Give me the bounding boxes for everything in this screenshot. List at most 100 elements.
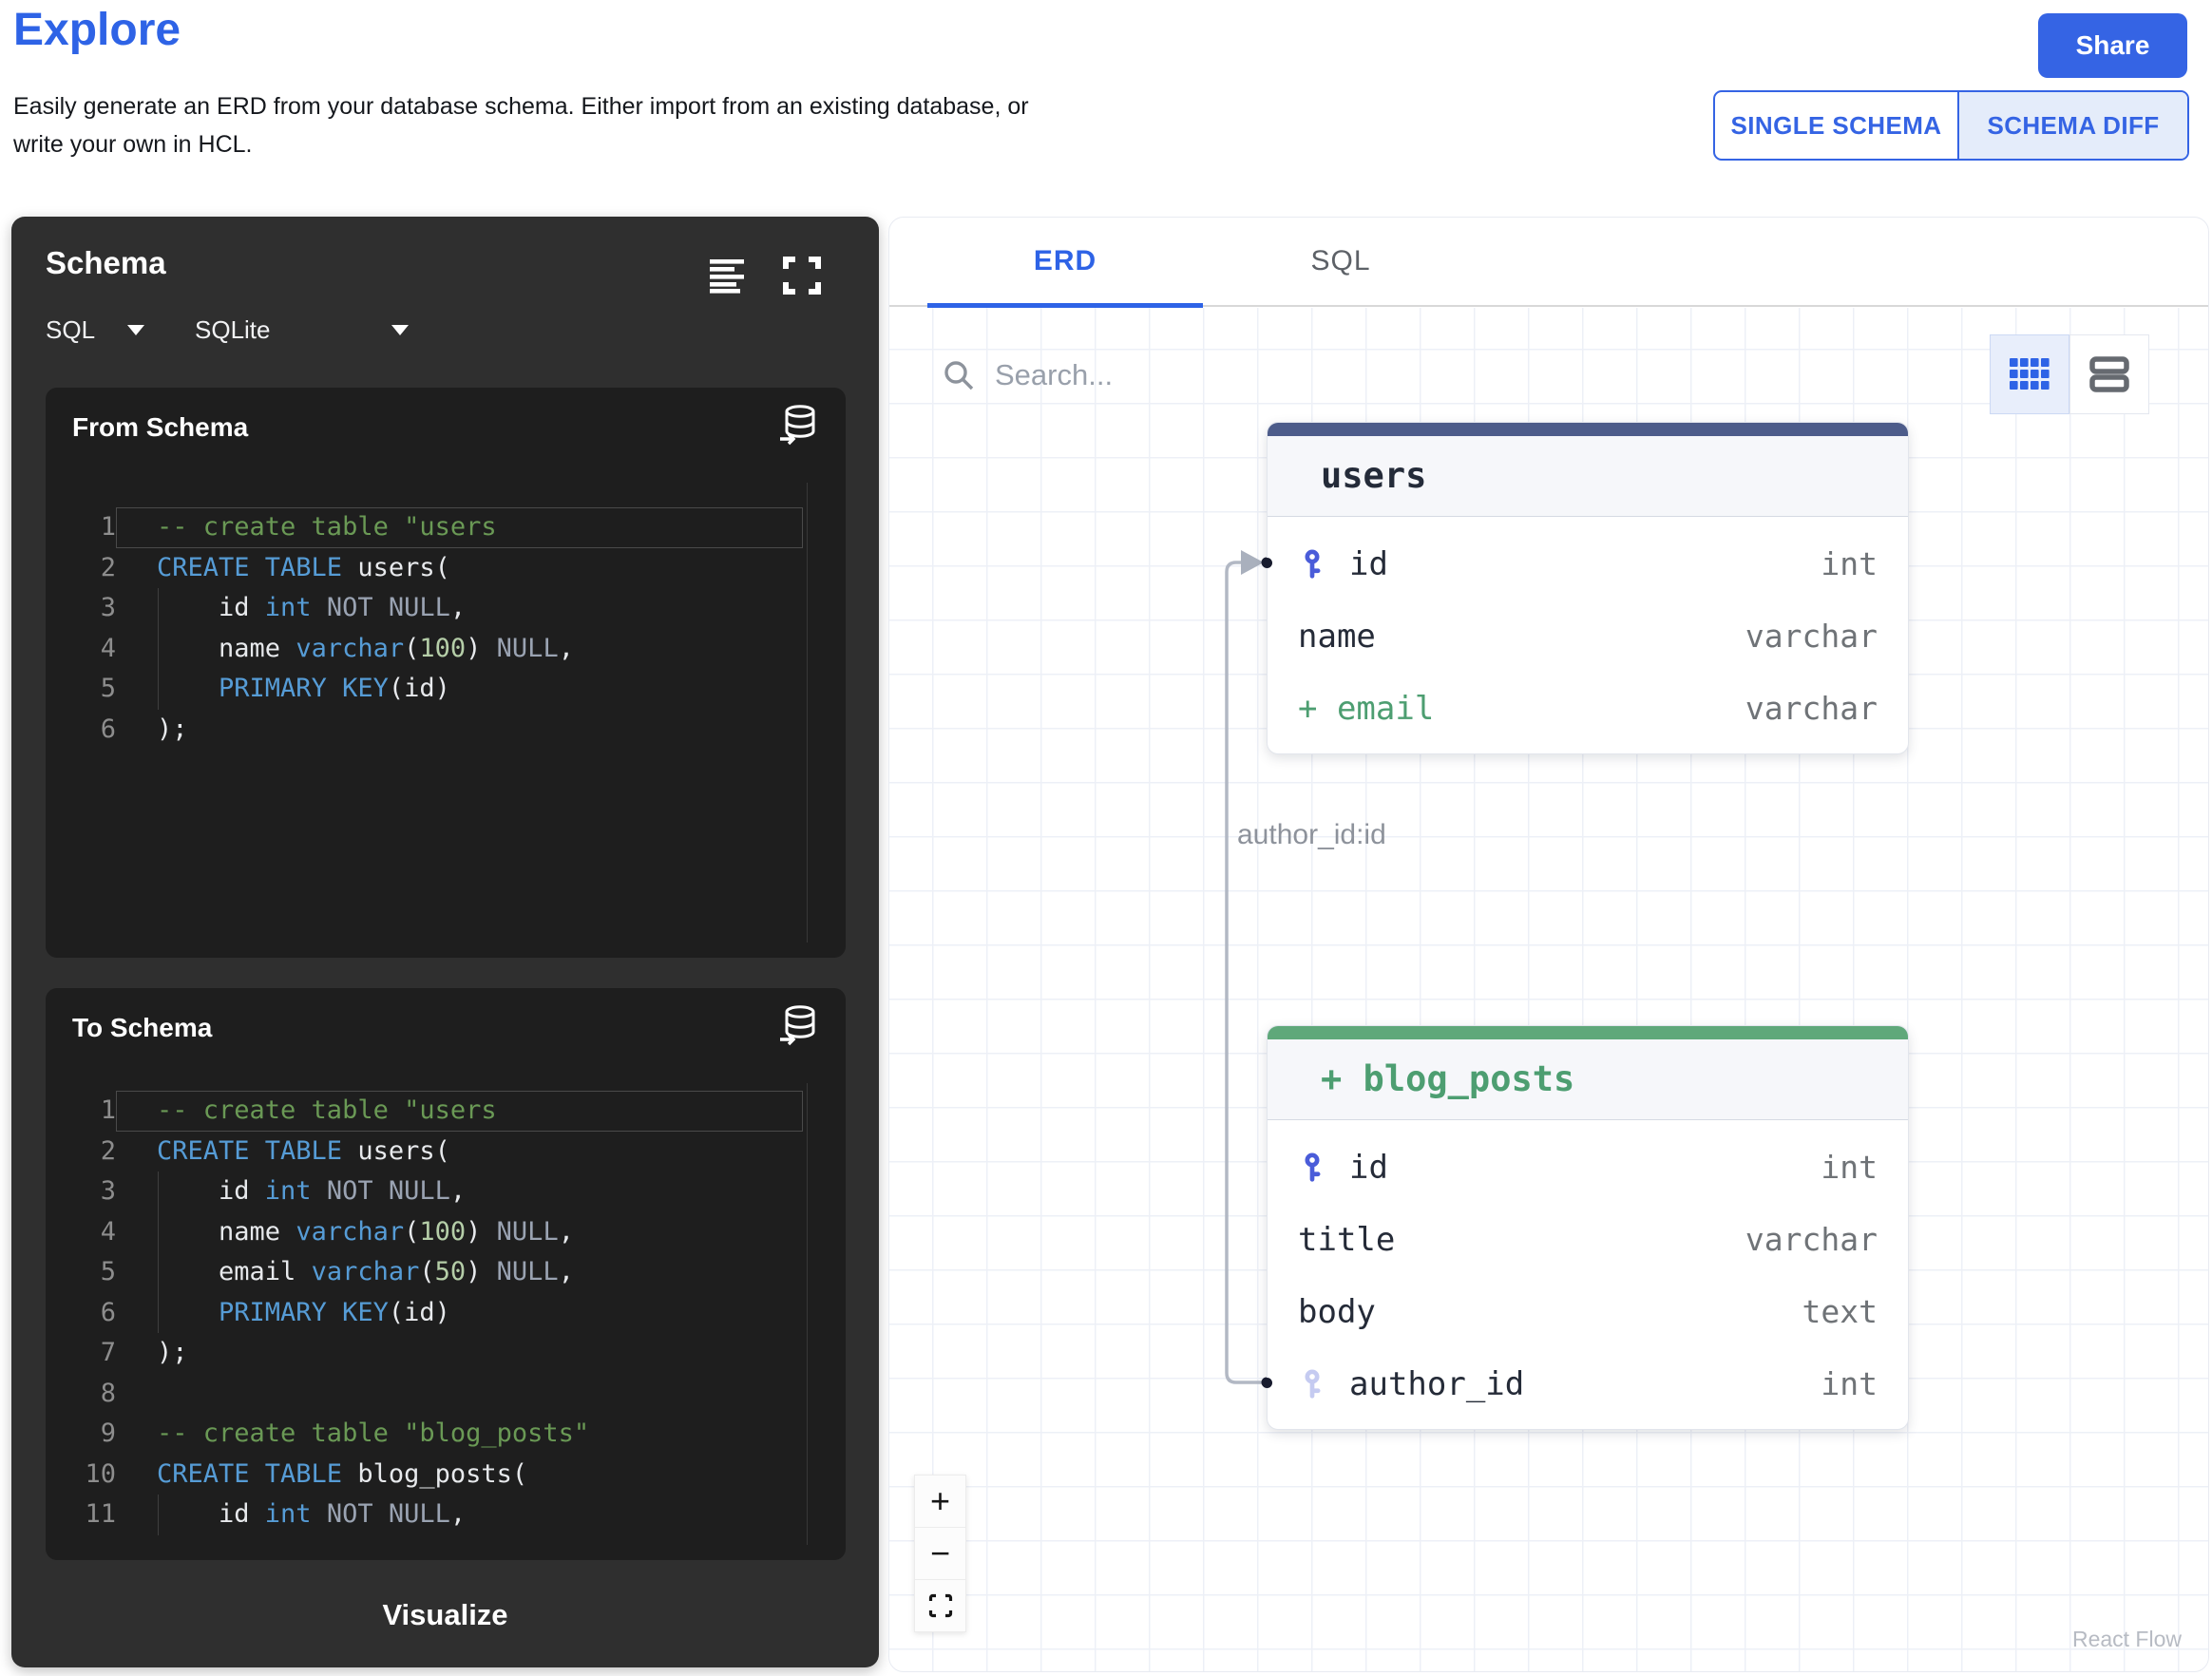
code-line[interactable]: 2 CREATE TABLE users( xyxy=(46,548,846,589)
code-line[interactable]: 4 name varchar(100) NULL, xyxy=(46,1211,846,1253)
code-token: -- create table "users xyxy=(157,1095,497,1125)
edge-handle[interactable] xyxy=(1262,557,1272,568)
line-number: 7 xyxy=(100,1338,116,1367)
schema-diff-toggle[interactable]: SCHEMA DIFF xyxy=(1959,92,2187,159)
code-line[interactable]: 6 PRIMARY KEY(id) xyxy=(46,1292,846,1334)
dialect-select[interactable]: SQL xyxy=(46,315,144,345)
code-line[interactable]: 4 name varchar(100) NULL, xyxy=(46,628,846,670)
primary-key-icon xyxy=(1298,548,1349,580)
table-header[interactable]: + blog_posts xyxy=(1268,1038,1908,1120)
to-schema-editor: To Schema 1 -- create table "users 2 CREATE… xyxy=(46,988,846,1560)
code-token: int xyxy=(264,1499,312,1529)
code-token: NULL xyxy=(496,1216,559,1247)
code-line-text: ); xyxy=(116,1333,803,1374)
from-schema-editor: From Schema 1 -- create table "users 2 CREA… xyxy=(46,388,846,958)
code-line-text: PRIMARY KEY(id) xyxy=(116,1292,803,1334)
code-token: name xyxy=(157,633,296,663)
code-token: ) xyxy=(466,1257,497,1286)
code-token: int xyxy=(264,593,312,622)
code-token: NOT NULL xyxy=(311,1499,450,1529)
column-row[interactable]: id int xyxy=(1268,1132,1908,1204)
explore-page: Explore Easily generate an ERD from your… xyxy=(0,0,2212,1676)
grid-view-icon xyxy=(2010,357,2050,390)
to-schema-code[interactable]: 1 -- create table "users 2 CREATE TABLE use… xyxy=(46,1091,846,1535)
format-list-icon[interactable] xyxy=(710,257,746,294)
code-token: NOT NULL xyxy=(311,593,450,622)
line-number: 2 xyxy=(100,552,116,582)
erd-canvas[interactable]: author_id:id users idintnamevarchar+ ema… xyxy=(889,307,2208,1671)
zoom-out-button[interactable]: − xyxy=(915,1528,965,1580)
tab-sql[interactable]: SQL xyxy=(1203,218,1478,305)
column-name: title xyxy=(1298,1220,1396,1259)
code-line-text: -- create table "blog_posts" xyxy=(116,1414,803,1455)
column-row[interactable]: author_id int xyxy=(1268,1348,1908,1420)
schema-mode-toggle: SINGLE SCHEMA SCHEMA DIFF xyxy=(1713,90,2189,161)
column-row[interactable]: id int xyxy=(1268,528,1908,600)
code-line-text: ); xyxy=(116,710,803,751)
tab-erd[interactable]: ERD xyxy=(927,218,1203,308)
code-line[interactable]: 3 id int NOT NULL, xyxy=(46,1171,846,1212)
page-description-line2: write your own in HCL. xyxy=(13,131,253,158)
line-number: 5 xyxy=(100,674,116,703)
code-token: id xyxy=(157,593,265,622)
code-line[interactable]: 8 xyxy=(46,1374,846,1415)
primary-key-icon xyxy=(1298,1152,1349,1183)
zoom-in-button[interactable]: + xyxy=(915,1476,965,1528)
column-type: text xyxy=(1802,1293,1878,1330)
dialect-value: SQL xyxy=(46,315,96,344)
line-number: 10 xyxy=(85,1458,116,1489)
erd-panel: ERD SQL Search... author_id:id users id … xyxy=(888,217,2209,1672)
line-number: 1 xyxy=(100,512,116,542)
code-line-text: CREATE TABLE users( xyxy=(116,548,803,589)
code-token: PRIMARY KEY xyxy=(219,1297,389,1327)
column-row[interactable]: name varchar xyxy=(1268,600,1908,673)
fit-view-button[interactable] xyxy=(915,1580,965,1631)
engine-select[interactable]: SQLite xyxy=(195,315,409,345)
column-row[interactable]: body text xyxy=(1268,1276,1908,1348)
code-line[interactable]: 7); xyxy=(46,1333,846,1374)
single-schema-toggle[interactable]: SINGLE SCHEMA xyxy=(1715,92,1959,159)
code-line-text: -- create table "users xyxy=(116,1091,803,1132)
database-import-icon[interactable] xyxy=(777,403,821,447)
chevron-down-icon xyxy=(127,325,144,335)
table-header[interactable]: users xyxy=(1268,435,1908,517)
fullscreen-icon[interactable] xyxy=(782,256,822,295)
column-row[interactable]: title varchar xyxy=(1268,1204,1908,1276)
code-token: email xyxy=(157,1257,312,1286)
column-type: varchar xyxy=(1745,690,1878,727)
page-description: Easily generate an ERD from your databas… xyxy=(13,87,1029,163)
column-name: + email xyxy=(1298,689,1435,728)
table-node-blog-posts[interactable]: + blog_posts id int title varchar body text au… xyxy=(1262,1024,1909,1430)
code-token: 100 xyxy=(419,633,467,663)
code-token: ) xyxy=(466,633,497,663)
grid-view-button[interactable] xyxy=(1990,333,2069,414)
code-line[interactable]: 1 -- create table "users xyxy=(46,507,846,548)
column-row[interactable]: + email varchar xyxy=(1268,673,1908,745)
code-line[interactable]: 10 CREATE TABLE blog_posts( xyxy=(46,1455,846,1495)
row-view-button[interactable] xyxy=(2069,333,2149,414)
edge-handle[interactable] xyxy=(1262,1377,1272,1388)
table-node-users[interactable]: users id int name varchar + email varchar xyxy=(1262,421,1909,754)
database-import-icon[interactable] xyxy=(777,1003,821,1047)
code-line-text: name varchar(100) NULL, xyxy=(116,1211,803,1253)
code-line[interactable]: 5 email varchar(50) NULL, xyxy=(46,1252,846,1293)
edge-label: author_id:id xyxy=(1237,818,1386,850)
search-input[interactable] xyxy=(993,356,1434,393)
code-line[interactable]: 9 -- create table "blog_posts" xyxy=(46,1414,846,1455)
code-token: ( xyxy=(404,1216,420,1247)
code-line[interactable]: 3 id int NOT NULL, xyxy=(46,588,846,629)
line-number: 6 xyxy=(100,1297,116,1327)
code-token: id xyxy=(157,1499,265,1529)
code-token: NOT NULL xyxy=(311,1176,450,1206)
code-line[interactable]: 5 PRIMARY KEY(id) xyxy=(46,669,846,710)
visualize-button[interactable]: Visualize xyxy=(11,1589,879,1642)
code-line[interactable]: 1 -- create table "users xyxy=(46,1091,846,1132)
share-button[interactable]: Share xyxy=(2038,13,2187,78)
from-schema-code[interactable]: 1 -- create table "users 2 CREATE TABLE use… xyxy=(46,507,846,750)
code-line[interactable]: 11 id int NOT NULL, xyxy=(46,1495,846,1535)
code-token: varchar xyxy=(296,1216,405,1247)
code-line[interactable]: 2 CREATE TABLE users( xyxy=(46,1132,846,1172)
code-line[interactable]: 6); xyxy=(46,710,846,751)
code-token: ); xyxy=(157,1338,188,1367)
code-token: varchar xyxy=(311,1257,420,1286)
